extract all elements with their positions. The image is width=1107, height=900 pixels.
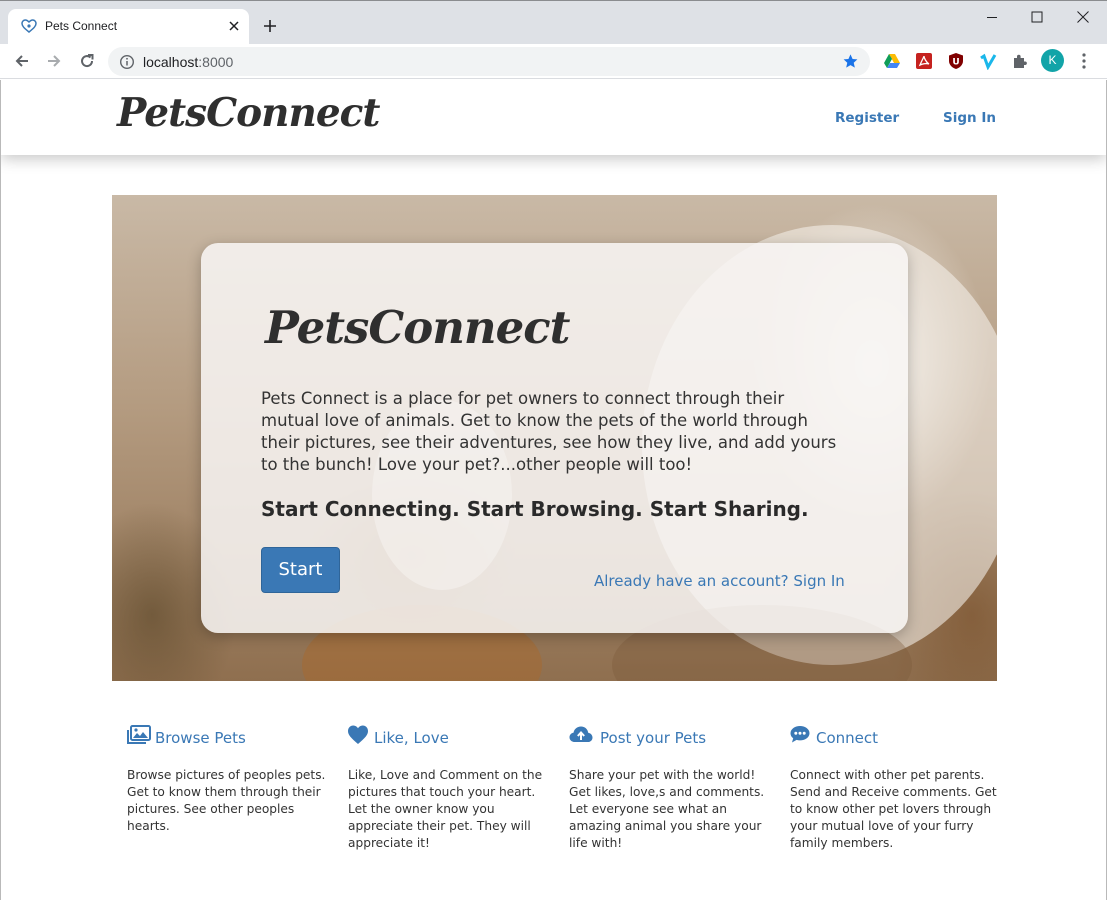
bookmark-star-icon[interactable] [842, 53, 859, 70]
forward-arrow-icon[interactable] [45, 52, 63, 70]
hero-description: Pets Connect is a place for pet owners t… [261, 389, 837, 474]
site-info-icon[interactable] [119, 54, 135, 70]
pdf-extension-icon[interactable] [915, 52, 933, 70]
site-header: PetsConnect Register Sign In [1, 80, 1106, 155]
browser-menu-icon[interactable] [1076, 52, 1092, 70]
vimeo-extension-icon[interactable] [979, 52, 997, 70]
ublock-extension-icon[interactable]: U [947, 52, 965, 70]
browser-tab[interactable]: Pets Connect [8, 9, 249, 45]
browser-toolbar: localhost:8000 U K [0, 44, 1107, 79]
chat-icon [790, 726, 810, 743]
address-bar[interactable]: localhost:8000 [108, 47, 870, 76]
new-tab-icon[interactable] [262, 18, 278, 34]
feature-like-love: Like, Love Like, Love and Comment on the… [348, 725, 556, 850]
start-button[interactable]: Start [261, 547, 340, 593]
page-viewport: PetsConnect Register Sign In PetsConnect… [0, 80, 1107, 900]
site-logo[interactable]: PetsConnect [117, 90, 380, 136]
feature-description: Browse pictures of peoples pets. Get to … [127, 768, 326, 833]
feature-post-pets: Post your Pets Share your pet with the w… [569, 725, 777, 850]
hero-card: PetsConnect Pets Connect is a place for … [201, 243, 908, 633]
feature-browse-pets: Browse Pets Browse pictures of peoples p… [127, 725, 335, 833]
hero-logo: PetsConnect [265, 301, 570, 354]
feature-description: Like, Love and Comment on the pictures t… [348, 768, 543, 850]
feature-title[interactable]: Like, Love [374, 729, 449, 747]
drive-extension-icon[interactable] [883, 52, 901, 70]
heart-icon [348, 725, 368, 744]
close-window-icon[interactable] [1073, 7, 1093, 27]
reload-icon[interactable] [78, 52, 96, 70]
feature-title[interactable]: Connect [816, 729, 878, 747]
url-text: localhost:8000 [143, 54, 234, 70]
feature-connect: Connect Connect with other pet parents. … [790, 725, 998, 850]
feature-title[interactable]: Post your Pets [600, 729, 706, 747]
feature-description: Connect with other pet parents. Send and… [790, 768, 997, 850]
register-link[interactable]: Register [835, 110, 899, 126]
tab-title: Pets Connect [45, 19, 118, 33]
extensions-puzzle-icon[interactable] [1011, 52, 1029, 70]
hero-banner: PetsConnect Pets Connect is a place for … [112, 195, 997, 681]
profile-avatar[interactable]: K [1041, 49, 1064, 72]
hero-tagline: Start Connecting. Start Browsing. Start … [261, 497, 809, 521]
back-arrow-icon[interactable] [13, 52, 31, 70]
image-icon [127, 725, 151, 744]
paw-heart-icon [21, 19, 37, 33]
svg-text:U: U [952, 58, 959, 68]
browser-titlebar: Pets Connect [0, 0, 1107, 45]
feature-description: Share your pet with the world! Get likes… [569, 768, 765, 850]
close-tab-icon[interactable] [226, 18, 242, 34]
cloud-upload-icon [569, 726, 593, 742]
already-have-account-link[interactable]: Already have an account? Sign In [594, 572, 845, 590]
sign-in-link[interactable]: Sign In [943, 110, 996, 126]
maximize-icon[interactable] [1027, 7, 1047, 27]
feature-title[interactable]: Browse Pets [155, 729, 246, 747]
minimize-icon[interactable] [982, 7, 1002, 27]
